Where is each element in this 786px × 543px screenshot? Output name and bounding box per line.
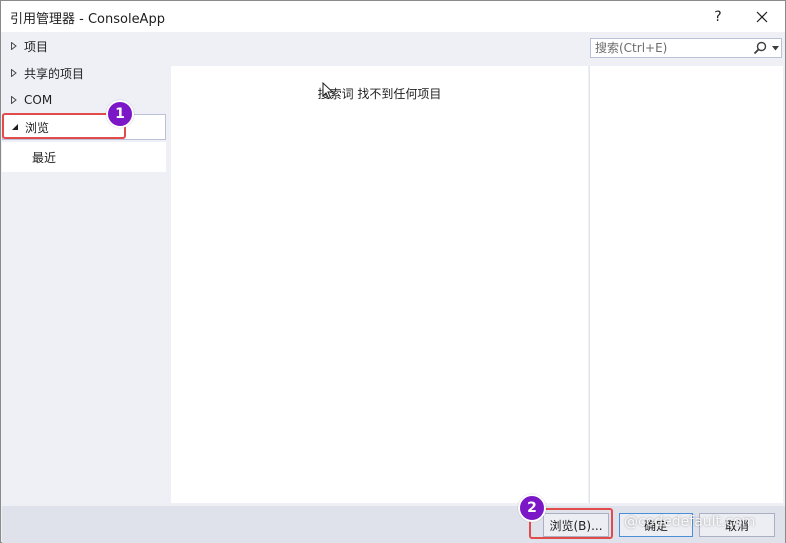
results-list[interactable]: 搜索词 找不到任何项目 <box>171 66 588 503</box>
reference-manager-window: 引用管理器 - ConsoleApp ? 项目 <box>0 0 786 543</box>
tree-item-label: 共享的项目 <box>24 66 85 81</box>
title-bar: 引用管理器 - ConsoleApp ? <box>1 1 785 32</box>
window-title: 引用管理器 - ConsoleApp <box>10 12 165 27</box>
search-input[interactable] <box>591 41 752 55</box>
search-options-dropdown[interactable] <box>770 38 782 58</box>
expand-arrow-icon[interactable] <box>10 69 18 77</box>
ok-button[interactable]: 确定 <box>619 513 693 537</box>
details-pane <box>589 66 783 503</box>
category-tree: 项目 共享的项目 COM 浏览 最近 <box>2 32 169 506</box>
close-icon <box>756 11 768 22</box>
annotation-step-badge: 2 <box>518 494 546 522</box>
chevron-down-icon <box>772 45 779 50</box>
tree-item-label: 项目 <box>24 39 49 54</box>
dialog-button-bar: 浏览(B)... 确定 取消 <box>2 506 785 543</box>
cancel-button[interactable]: 取消 <box>699 513 775 537</box>
search-icon[interactable] <box>752 40 768 56</box>
expand-arrow-icon[interactable] <box>10 42 18 50</box>
annotation-step-badge: 1 <box>106 100 134 128</box>
tree-item-shared-projects[interactable]: 共享的项目 <box>2 60 166 86</box>
search-box[interactable] <box>590 38 771 58</box>
mouse-cursor-icon <box>322 82 334 100</box>
tree-item-label: 最近 <box>32 150 57 165</box>
tree-item-label: COM <box>24 93 53 107</box>
tree-item-com[interactable]: COM <box>2 87 166 113</box>
close-button[interactable] <box>742 1 782 32</box>
tree-item-projects[interactable]: 项目 <box>2 33 166 59</box>
empty-results-message: 搜索词 找不到任何项目 <box>317 87 442 101</box>
expand-arrow-icon[interactable] <box>10 96 18 104</box>
help-icon: ? <box>714 8 722 25</box>
help-button[interactable]: ? <box>698 1 738 32</box>
tree-item-recent[interactable]: 最近 <box>2 142 166 172</box>
